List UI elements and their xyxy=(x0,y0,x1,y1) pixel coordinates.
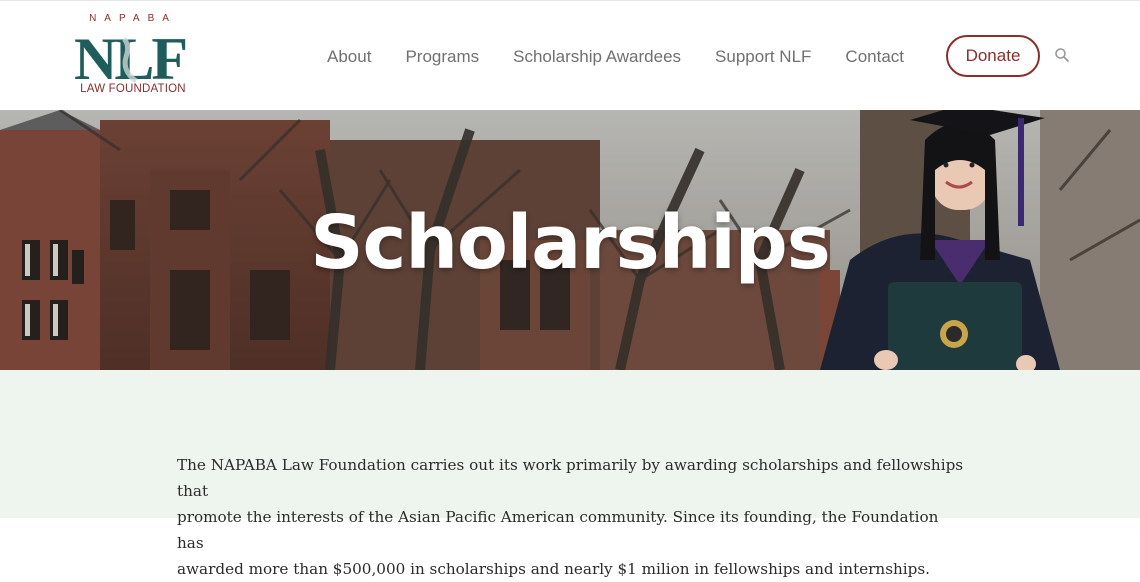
logo-mark: NLF xyxy=(74,26,188,87)
intro-line: awarded more than $500,000 in scholarshi… xyxy=(177,560,930,578)
intro-line: The NAPABA Law Foundation carries out it… xyxy=(177,456,964,500)
nav-scholarship-awardees[interactable]: Scholarship Awardees xyxy=(513,47,681,67)
nav-programs[interactable]: Programs xyxy=(405,47,479,67)
nav-about[interactable]: About xyxy=(327,47,371,67)
nav-support-nlf[interactable]: Support NLF xyxy=(715,47,811,67)
logo-bottom-text: LAW FOUNDATION xyxy=(80,83,186,95)
main-nav: About Programs Scholarship Awardees Supp… xyxy=(310,35,921,79)
donate-button[interactable]: Donate xyxy=(946,35,1040,77)
intro-line: promote the interests of the Asian Pacif… xyxy=(177,508,939,552)
hero-banner: Scholarships xyxy=(0,110,1140,370)
search-icon[interactable] xyxy=(1054,47,1072,65)
site-header: NAPABA NLF LAW FOUNDATION About Programs… xyxy=(0,0,1140,110)
page-title: Scholarships xyxy=(310,199,831,286)
intro-paragraph: The NAPABA Law Foundation carries out it… xyxy=(177,452,967,582)
site-logo[interactable]: NAPABA NLF LAW FOUNDATION xyxy=(74,13,194,99)
content-section: The NAPABA Law Foundation carries out it… xyxy=(0,370,1140,578)
nav-contact[interactable]: Contact xyxy=(845,47,904,67)
